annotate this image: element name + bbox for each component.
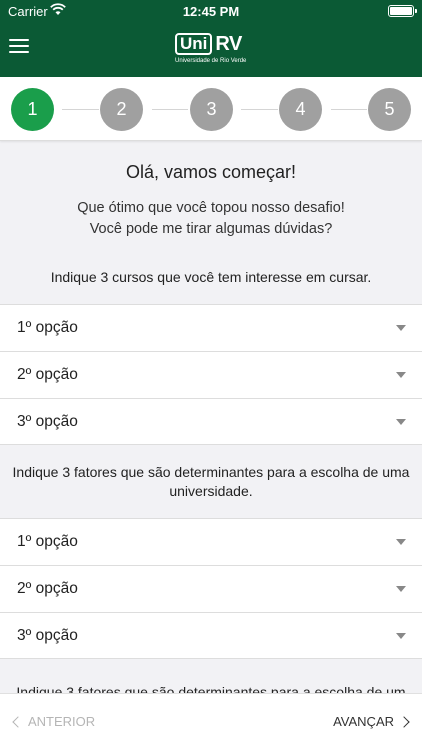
select-label: 3º opção xyxy=(17,412,78,430)
step-4[interactable]: 4 xyxy=(279,88,322,131)
progress-stepper: 1 2 3 4 5 xyxy=(0,77,422,141)
step-connector xyxy=(241,109,278,110)
hamburger-menu-icon[interactable] xyxy=(9,39,29,55)
dropdown-arrow-icon xyxy=(396,633,406,639)
courses-select-group: 1º opção 2º opção 3º opção xyxy=(0,304,422,445)
university-factor-2-select[interactable]: 2º opção xyxy=(0,565,422,612)
next-button[interactable]: AVANÇAR xyxy=(333,714,410,729)
intro-line-1: Que ótimo que você topou nosso desafio! xyxy=(77,200,345,216)
chevron-right-icon xyxy=(398,715,410,728)
question-courses: Indique 3 cursos que você tem interesse … xyxy=(50,269,372,285)
previous-button[interactable]: ANTERIOR xyxy=(12,714,96,729)
course-option-3-select[interactable]: 3º opção xyxy=(0,398,422,445)
select-label: 1º opção xyxy=(17,319,78,336)
chevron-left-icon xyxy=(12,715,24,728)
battery-icon xyxy=(388,5,417,17)
logo-subtitle: Universidade de Rio Verde xyxy=(175,58,247,64)
university-factor-3-select[interactable]: 3º opção xyxy=(0,612,422,659)
questionnaire-content[interactable]: Olá, vamos começar! Que ótimo que você t… xyxy=(0,142,422,693)
dropdown-arrow-icon xyxy=(396,419,406,425)
step-connector xyxy=(62,109,99,110)
question-university-factors: Indique 3 fatores que são determinantes … xyxy=(12,464,410,499)
dropdown-arrow-icon xyxy=(396,539,406,545)
select-label: 2º opção xyxy=(17,580,78,597)
step-1[interactable]: 1 xyxy=(11,88,54,131)
logo-uni-text: Uni xyxy=(175,33,213,55)
dropdown-arrow-icon xyxy=(396,325,406,331)
intro-line-2: Você pode me tirar algumas dúvidas? xyxy=(89,221,333,237)
greeting-title: Olá, vamos começar! xyxy=(125,162,297,182)
course-option-2-select[interactable]: 2º opção xyxy=(0,351,422,398)
select-label: 1º opção xyxy=(17,533,78,550)
logo-rv-text: RV xyxy=(215,32,242,55)
unirv-logo: Uni RV Universidade de Rio Verde xyxy=(175,32,253,68)
next-label: AVANÇAR xyxy=(333,714,394,729)
wizard-footer: ANTERIOR AVANÇAR xyxy=(0,693,422,750)
step-5[interactable]: 5 xyxy=(368,88,411,131)
app-header: Uni RV Universidade de Rio Verde xyxy=(0,22,422,77)
university-factor-1-select[interactable]: 1º opção xyxy=(0,518,422,565)
dropdown-arrow-icon xyxy=(396,372,406,378)
step-connector xyxy=(331,109,367,110)
university-factors-select-group: 1º opção 2º opção 3º opção xyxy=(0,518,422,659)
select-label: 2º opção xyxy=(17,366,78,383)
step-2[interactable]: 2 xyxy=(100,88,143,131)
step-connector xyxy=(152,109,188,110)
clock: 12:45 PM xyxy=(182,4,240,19)
question-course-factors: Indique 3 fatores que são determinantes … xyxy=(16,684,406,693)
select-label: 3º opção xyxy=(17,626,78,644)
dropdown-arrow-icon xyxy=(396,586,406,592)
status-bar: Carrier 12:45 PM xyxy=(0,0,422,22)
previous-label: ANTERIOR xyxy=(28,714,96,729)
intro-text: Que ótimo que você topou nosso desafio! … xyxy=(0,198,422,240)
course-option-1-select[interactable]: 1º opção xyxy=(0,304,422,351)
step-3[interactable]: 3 xyxy=(190,88,233,131)
